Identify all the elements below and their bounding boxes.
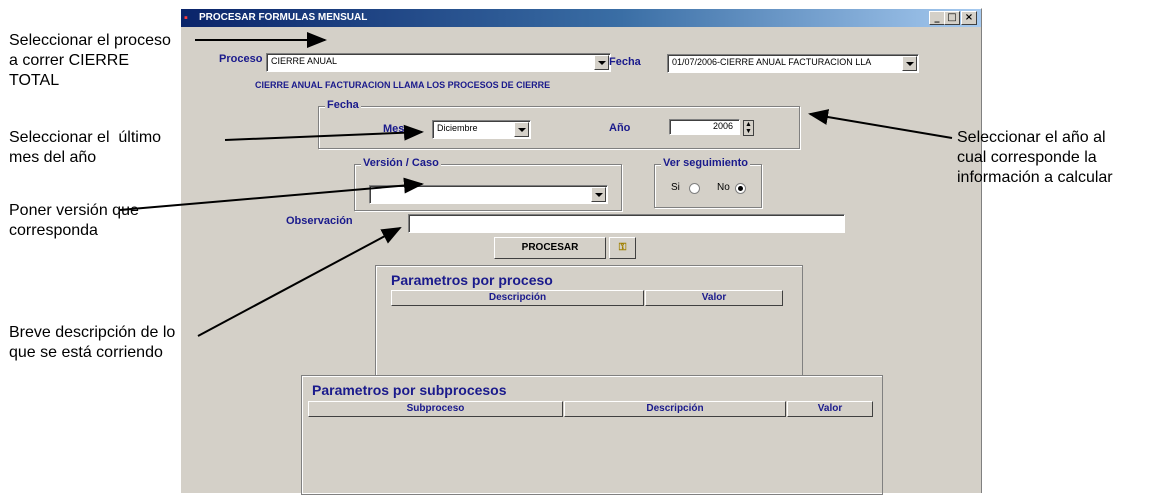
chevron-down-icon[interactable] [514, 122, 529, 137]
column-header-descripcion[interactable]: Descripción [391, 290, 644, 306]
param-proceso-panel: Parametros por proceso Descripción Valor [375, 265, 803, 377]
column-header-valor[interactable]: Valor [787, 401, 873, 417]
mes-label: Mes [383, 123, 405, 135]
annotation-version: Poner versión que corresponda [9, 201, 139, 241]
column-header-valor[interactable]: Valor [645, 290, 783, 306]
proceso-combo[interactable]: CIERRE ANUAL [266, 53, 611, 72]
key-icon[interactable]: ⚿ [609, 237, 636, 259]
param-subprocesos-title: Parametros por subprocesos [312, 382, 507, 398]
param-proceso-title: Parametros por proceso [391, 272, 553, 288]
mes-combo[interactable]: Diciembre [432, 120, 531, 139]
annotation-version-text: Poner versión que corresponda [9, 202, 139, 239]
fecha-group: Fecha Mes Diciembre Año 2006 ▲ ▼ [318, 99, 800, 149]
version-group: Versión / Caso [354, 157, 622, 211]
minimize-button[interactable]: _ [929, 11, 945, 25]
mes-value: Diciembre [437, 123, 478, 133]
seguimiento-group-title: Ver seguimiento [661, 157, 750, 169]
version-group-title: Versión / Caso [361, 157, 441, 169]
proceso-description: CIERRE ANUAL FACTURACION LLAMA LOS PROCE… [255, 80, 551, 90]
param-subprocesos-panel: Parametros por subprocesos Subproceso De… [301, 375, 883, 495]
annotation-observacion-text: Breve descripción de lo que se está corr… [9, 324, 176, 361]
proceso-value: CIERRE ANUAL [271, 56, 338, 66]
chevron-down-icon[interactable] [594, 55, 609, 70]
annotation-mes-text: Seleccionar el último mes del año [9, 129, 162, 166]
anio-field[interactable]: 2006 [669, 119, 740, 135]
procesar-window: ▪ PROCESAR FORMULAS MENSUAL _ □ × Proces… [180, 8, 982, 495]
annotation-observacion: Breve descripción de lo que se está corr… [9, 323, 175, 363]
no-radio[interactable] [735, 183, 746, 194]
close-button[interactable]: × [961, 11, 977, 25]
proceso-label: Proceso [219, 53, 263, 65]
window-title: PROCESAR FORMULAS MENSUAL [199, 12, 368, 23]
si-radio[interactable] [689, 183, 700, 194]
fecha-combo[interactable]: 01/07/2006-CIERRE ANUAL FACTURACION LLA [667, 54, 919, 73]
si-label: Si [671, 182, 680, 193]
column-header-descripcion[interactable]: Descripción [564, 401, 786, 417]
annotation-anio-text: Seleccionar el año al cual corresponde l… [957, 129, 1113, 186]
fecha-group-title: Fecha [325, 99, 361, 111]
seguimiento-group: Ver seguimiento Si No [654, 157, 762, 208]
annotation-proceso-text: Seleccionar el proceso a correr CIERRE T… [9, 32, 171, 89]
fecha-label: Fecha [609, 56, 641, 68]
anio-label: Año [609, 122, 631, 134]
annotation-mes: Seleccionar el último mes del año [9, 128, 161, 168]
anio-value: 2006 [712, 121, 733, 131]
procesar-button[interactable]: PROCESAR [494, 237, 606, 259]
column-header-subproceso[interactable]: Subproceso [308, 401, 563, 417]
spinner-icon[interactable]: ▲ ▼ [743, 120, 754, 136]
app-icon: ▪ [184, 12, 188, 24]
title-bar: ▪ PROCESAR FORMULAS MENSUAL _ □ × [181, 9, 981, 27]
chevron-down-icon[interactable] [591, 187, 606, 202]
annotation-anio: Seleccionar el año al cual corresponde l… [957, 128, 1113, 188]
observacion-field[interactable] [408, 214, 845, 233]
observacion-label: Observación [286, 215, 353, 227]
chevron-down-icon[interactable] [902, 56, 917, 71]
no-label: No [717, 182, 730, 193]
maximize-button[interactable]: □ [944, 11, 960, 25]
fecha-value: 01/07/2006-CIERRE ANUAL FACTURACION LLA [672, 57, 872, 67]
version-combo[interactable] [369, 185, 608, 204]
annotation-proceso: Seleccionar el proceso a correr CIERRE T… [9, 31, 171, 91]
